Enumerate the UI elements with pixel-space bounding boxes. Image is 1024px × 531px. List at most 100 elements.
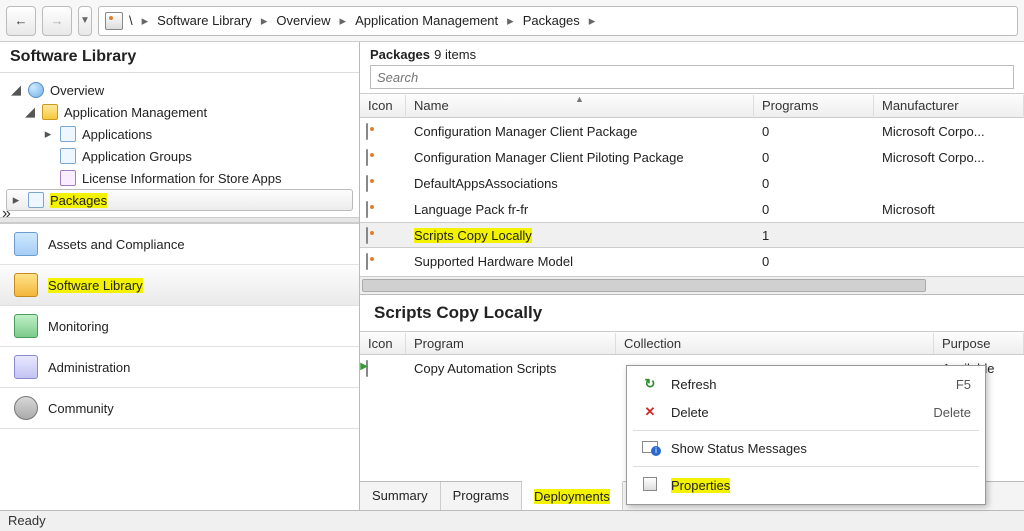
application-icon: [60, 126, 76, 142]
deployment-icon: [366, 360, 368, 377]
table-row[interactable]: Supported Hardware Model0: [360, 248, 1024, 274]
forward-button[interactable]: →: [42, 6, 72, 36]
results-pane: Packages 9 items Icon Name Programs Manu…: [360, 42, 1024, 510]
tab-deployments[interactable]: Deployments: [522, 481, 623, 510]
tree-node-app-management[interactable]: ◢ Application Management: [6, 101, 353, 123]
tree-node-overview[interactable]: ◢ Overview: [6, 79, 353, 101]
results-header: Packages 9 items: [360, 42, 1024, 65]
menu-item-properties[interactable]: Properties: [627, 471, 985, 500]
menu-item-status-messages[interactable]: Show Status Messages: [627, 435, 985, 462]
menu-separator: [633, 430, 979, 431]
package-icon: [366, 123, 368, 140]
status-messages-icon: [641, 441, 659, 456]
wunderbar-community[interactable]: Community: [0, 388, 359, 429]
packages-grid: Icon Name Programs Manufacturer Configur…: [360, 93, 1024, 294]
chevron-right-icon: ▸: [337, 13, 350, 29]
table-row[interactable]: Configuration Manager Client Package0Mic…: [360, 118, 1024, 144]
nav-pane-title: Software Library: [0, 42, 359, 73]
wunderbar-assets-compliance[interactable]: Assets and Compliance: [0, 224, 359, 265]
wunderbar-administration[interactable]: Administration: [0, 347, 359, 388]
table-row[interactable]: Scripts Copy Locally1: [360, 222, 1024, 248]
collapse-icon[interactable]: ◢: [24, 104, 36, 120]
breadcrumb-bar: \ ▸ Software Library ▸ Overview ▸ Applic…: [98, 6, 1018, 36]
delete-icon: ✕: [641, 404, 659, 420]
wunderbar-monitoring[interactable]: Monitoring: [0, 306, 359, 347]
chevron-right-icon: ▸: [504, 13, 517, 29]
package-icon: [366, 201, 368, 218]
expand-icon[interactable]: ▸: [42, 126, 54, 142]
grid-header: Icon Program Collection Purpose: [360, 331, 1024, 355]
column-collection[interactable]: Collection: [616, 333, 934, 354]
tree-node-app-groups[interactable]: Application Groups: [6, 145, 353, 167]
search-input[interactable]: [370, 65, 1014, 89]
horizontal-scrollbar[interactable]: [360, 276, 1024, 294]
assets-icon: [14, 232, 38, 256]
table-row[interactable]: DefaultAppsAssociations0: [360, 170, 1024, 196]
package-icon: [28, 192, 44, 208]
arrow-right-icon: →: [51, 13, 64, 28]
table-row[interactable]: Configuration Manager Client Piloting Pa…: [360, 144, 1024, 170]
history-dropdown[interactable]: ▼: [78, 6, 92, 36]
tree-node-packages[interactable]: ▸ Packages: [6, 189, 353, 211]
menu-item-delete[interactable]: ✕ Delete Delete: [627, 398, 985, 426]
expand-handle-icon[interactable]: »: [2, 205, 11, 223]
breadcrumb-packages[interactable]: Packages: [523, 13, 580, 28]
console-root-icon: [105, 12, 123, 30]
library-icon: [14, 273, 38, 297]
tree-label: Applications: [82, 127, 152, 142]
wunderbar: Assets and Compliance Software Library M…: [0, 223, 359, 429]
results-count: 9 items: [434, 47, 476, 62]
scrollbar-thumb[interactable]: [362, 279, 926, 292]
back-button[interactable]: ←: [6, 6, 36, 36]
breadcrumb-overview[interactable]: Overview: [276, 13, 330, 28]
package-icon: [366, 253, 368, 270]
menu-item-refresh[interactable]: ↻ Refresh F5: [627, 370, 985, 398]
license-icon: [60, 170, 76, 186]
monitoring-icon: [14, 314, 38, 338]
breadcrumb-root[interactable]: \: [129, 13, 133, 28]
column-manufacturer[interactable]: Manufacturer: [874, 95, 1024, 116]
community-icon: [14, 396, 38, 420]
wunderbar-label: Community: [48, 401, 114, 416]
status-text: Ready: [8, 513, 46, 528]
column-programs[interactable]: Programs: [754, 95, 874, 116]
collapse-icon[interactable]: ◢: [10, 82, 22, 98]
breadcrumb-software-library[interactable]: Software Library: [157, 13, 252, 28]
detail-title: Scripts Copy Locally: [360, 303, 1024, 331]
breadcrumb-app-mgmt[interactable]: Application Management: [355, 13, 498, 28]
chevron-down-icon: ▼: [80, 15, 90, 26]
expand-icon[interactable]: ▸: [10, 192, 22, 208]
folder-icon: [42, 104, 58, 120]
table-row[interactable]: Language Pack fr-fr0Microsoft: [360, 196, 1024, 222]
application-group-icon: [60, 148, 76, 164]
tab-programs[interactable]: Programs: [441, 482, 522, 510]
tree-label: License Information for Store Apps: [82, 171, 281, 186]
tree-node-license-info[interactable]: License Information for Store Apps: [6, 167, 353, 189]
wunderbar-label: Assets and Compliance: [48, 237, 185, 252]
wunderbar-label: Administration: [48, 360, 130, 375]
tree-node-applications[interactable]: ▸ Applications: [6, 123, 353, 145]
column-name[interactable]: Name: [406, 95, 754, 116]
package-icon: [366, 175, 368, 192]
wunderbar-software-library[interactable]: Software Library: [0, 265, 359, 306]
tree-label: Application Management: [64, 105, 207, 120]
menu-separator: [633, 466, 979, 467]
globe-icon: [28, 82, 44, 98]
arrow-left-icon: ←: [15, 13, 28, 28]
properties-icon: [641, 477, 659, 494]
details-pane: Scripts Copy Locally Icon Program Collec…: [360, 294, 1024, 510]
tree-label: Packages: [50, 193, 107, 208]
administration-icon: [14, 355, 38, 379]
wunderbar-label: Software Library: [48, 278, 143, 293]
wunderbar-label: Monitoring: [48, 319, 109, 334]
column-purpose[interactable]: Purpose: [934, 333, 1024, 354]
package-icon: [366, 227, 368, 244]
nav-tree: ◢ Overview ◢ Application Management ▸ Ap…: [0, 73, 359, 217]
column-icon[interactable]: Icon: [360, 333, 406, 354]
results-title: Packages: [370, 47, 430, 62]
chevron-right-icon: ▸: [258, 13, 271, 29]
column-program[interactable]: Program: [406, 333, 616, 354]
column-icon[interactable]: Icon: [360, 95, 406, 116]
chevron-right-icon: ▸: [586, 13, 599, 29]
tab-summary[interactable]: Summary: [360, 482, 441, 510]
